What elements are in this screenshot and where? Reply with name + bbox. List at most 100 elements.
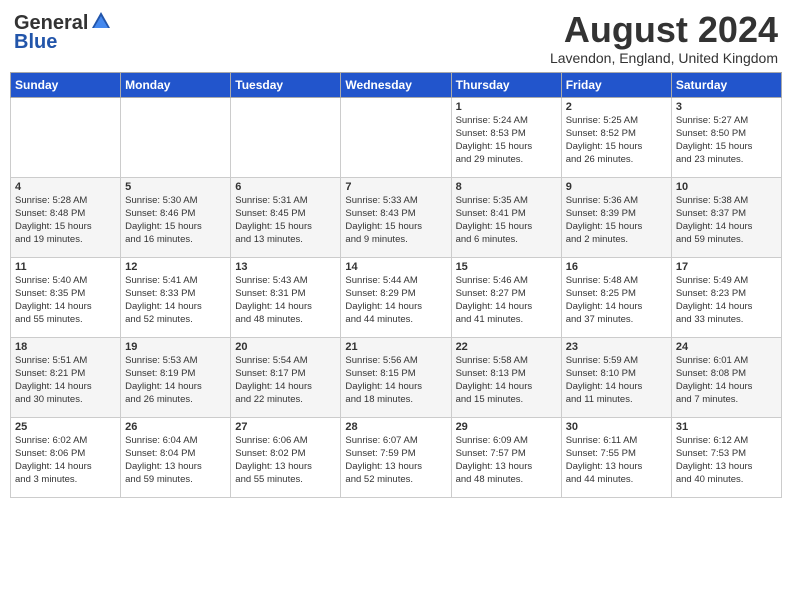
calendar-cell: 9Sunrise: 5:36 AM Sunset: 8:39 PM Daylig…: [561, 177, 671, 257]
day-info: Sunrise: 5:33 AM Sunset: 8:43 PM Dayligh…: [345, 194, 446, 247]
day-number: 15: [456, 261, 557, 273]
calendar-cell: 23Sunrise: 5:59 AM Sunset: 8:10 PM Dayli…: [561, 337, 671, 417]
day-number: 23: [566, 341, 667, 353]
day-number: 9: [566, 181, 667, 193]
calendar-cell: 30Sunrise: 6:11 AM Sunset: 7:55 PM Dayli…: [561, 417, 671, 497]
title-block: August 2024 Lavendon, England, United Ki…: [550, 10, 778, 66]
calendar-cell: 1Sunrise: 5:24 AM Sunset: 8:53 PM Daylig…: [451, 97, 561, 177]
calendar-cell: [121, 97, 231, 177]
calendar-week-row: 18Sunrise: 5:51 AM Sunset: 8:21 PM Dayli…: [11, 337, 782, 417]
weekday-header-tuesday: Tuesday: [231, 72, 341, 97]
logo-blue-text: Blue: [14, 31, 57, 54]
day-info: Sunrise: 5:30 AM Sunset: 8:46 PM Dayligh…: [125, 194, 226, 247]
day-info: Sunrise: 5:48 AM Sunset: 8:25 PM Dayligh…: [566, 274, 667, 327]
day-number: 29: [456, 421, 557, 433]
day-number: 19: [125, 341, 226, 353]
day-number: 22: [456, 341, 557, 353]
calendar-cell: 6Sunrise: 5:31 AM Sunset: 8:45 PM Daylig…: [231, 177, 341, 257]
calendar-cell: 15Sunrise: 5:46 AM Sunset: 8:27 PM Dayli…: [451, 257, 561, 337]
day-number: 30: [566, 421, 667, 433]
location-subtitle: Lavendon, England, United Kingdom: [550, 50, 778, 66]
day-number: 10: [676, 181, 777, 193]
calendar-cell: 5Sunrise: 5:30 AM Sunset: 8:46 PM Daylig…: [121, 177, 231, 257]
calendar-week-row: 11Sunrise: 5:40 AM Sunset: 8:35 PM Dayli…: [11, 257, 782, 337]
weekday-header-sunday: Sunday: [11, 72, 121, 97]
day-number: 7: [345, 181, 446, 193]
day-info: Sunrise: 5:38 AM Sunset: 8:37 PM Dayligh…: [676, 194, 777, 247]
day-info: Sunrise: 5:54 AM Sunset: 8:17 PM Dayligh…: [235, 354, 336, 407]
day-info: Sunrise: 5:41 AM Sunset: 8:33 PM Dayligh…: [125, 274, 226, 327]
calendar-cell: 17Sunrise: 5:49 AM Sunset: 8:23 PM Dayli…: [671, 257, 781, 337]
calendar-cell: 8Sunrise: 5:35 AM Sunset: 8:41 PM Daylig…: [451, 177, 561, 257]
calendar-cell: 29Sunrise: 6:09 AM Sunset: 7:57 PM Dayli…: [451, 417, 561, 497]
calendar-cell: 18Sunrise: 5:51 AM Sunset: 8:21 PM Dayli…: [11, 337, 121, 417]
calendar-week-row: 1Sunrise: 5:24 AM Sunset: 8:53 PM Daylig…: [11, 97, 782, 177]
page-header: General Blue August 2024 Lavendon, Engla…: [10, 10, 782, 66]
calendar-cell: [231, 97, 341, 177]
weekday-header-monday: Monday: [121, 72, 231, 97]
weekday-header-thursday: Thursday: [451, 72, 561, 97]
day-info: Sunrise: 5:51 AM Sunset: 8:21 PM Dayligh…: [15, 354, 116, 407]
day-info: Sunrise: 5:53 AM Sunset: 8:19 PM Dayligh…: [125, 354, 226, 407]
day-info: Sunrise: 6:09 AM Sunset: 7:57 PM Dayligh…: [456, 434, 557, 487]
day-number: 21: [345, 341, 446, 353]
day-info: Sunrise: 5:56 AM Sunset: 8:15 PM Dayligh…: [345, 354, 446, 407]
calendar-cell: 20Sunrise: 5:54 AM Sunset: 8:17 PM Dayli…: [231, 337, 341, 417]
day-number: 12: [125, 261, 226, 273]
day-number: 14: [345, 261, 446, 273]
calendar-cell: 27Sunrise: 6:06 AM Sunset: 8:02 PM Dayli…: [231, 417, 341, 497]
day-number: 25: [15, 421, 116, 433]
day-info: Sunrise: 6:01 AM Sunset: 8:08 PM Dayligh…: [676, 354, 777, 407]
day-number: 13: [235, 261, 336, 273]
day-number: 16: [566, 261, 667, 273]
day-number: 28: [345, 421, 446, 433]
day-info: Sunrise: 5:25 AM Sunset: 8:52 PM Dayligh…: [566, 114, 667, 167]
day-number: 24: [676, 341, 777, 353]
calendar-cell: 4Sunrise: 5:28 AM Sunset: 8:48 PM Daylig…: [11, 177, 121, 257]
month-title: August 2024: [550, 10, 778, 50]
day-number: 11: [15, 261, 116, 273]
calendar-cell: 26Sunrise: 6:04 AM Sunset: 8:04 PM Dayli…: [121, 417, 231, 497]
day-info: Sunrise: 5:40 AM Sunset: 8:35 PM Dayligh…: [15, 274, 116, 327]
day-info: Sunrise: 5:24 AM Sunset: 8:53 PM Dayligh…: [456, 114, 557, 167]
day-number: 3: [676, 101, 777, 113]
day-info: Sunrise: 5:31 AM Sunset: 8:45 PM Dayligh…: [235, 194, 336, 247]
logo-icon: [90, 10, 112, 37]
day-info: Sunrise: 6:04 AM Sunset: 8:04 PM Dayligh…: [125, 434, 226, 487]
day-number: 5: [125, 181, 226, 193]
day-number: 27: [235, 421, 336, 433]
calendar-cell: 16Sunrise: 5:48 AM Sunset: 8:25 PM Dayli…: [561, 257, 671, 337]
calendar-table: SundayMondayTuesdayWednesdayThursdayFrid…: [10, 72, 782, 498]
calendar-cell: 28Sunrise: 6:07 AM Sunset: 7:59 PM Dayli…: [341, 417, 451, 497]
day-number: 17: [676, 261, 777, 273]
calendar-cell: 31Sunrise: 6:12 AM Sunset: 7:53 PM Dayli…: [671, 417, 781, 497]
calendar-cell: 11Sunrise: 5:40 AM Sunset: 8:35 PM Dayli…: [11, 257, 121, 337]
day-info: Sunrise: 5:35 AM Sunset: 8:41 PM Dayligh…: [456, 194, 557, 247]
day-number: 1: [456, 101, 557, 113]
day-info: Sunrise: 5:59 AM Sunset: 8:10 PM Dayligh…: [566, 354, 667, 407]
calendar-cell: 25Sunrise: 6:02 AM Sunset: 8:06 PM Dayli…: [11, 417, 121, 497]
day-info: Sunrise: 6:02 AM Sunset: 8:06 PM Dayligh…: [15, 434, 116, 487]
calendar-week-row: 4Sunrise: 5:28 AM Sunset: 8:48 PM Daylig…: [11, 177, 782, 257]
day-info: Sunrise: 5:58 AM Sunset: 8:13 PM Dayligh…: [456, 354, 557, 407]
day-info: Sunrise: 5:27 AM Sunset: 8:50 PM Dayligh…: [676, 114, 777, 167]
calendar-cell: 3Sunrise: 5:27 AM Sunset: 8:50 PM Daylig…: [671, 97, 781, 177]
calendar-cell: 14Sunrise: 5:44 AM Sunset: 8:29 PM Dayli…: [341, 257, 451, 337]
day-info: Sunrise: 5:49 AM Sunset: 8:23 PM Dayligh…: [676, 274, 777, 327]
calendar-cell: 12Sunrise: 5:41 AM Sunset: 8:33 PM Dayli…: [121, 257, 231, 337]
day-info: Sunrise: 5:43 AM Sunset: 8:31 PM Dayligh…: [235, 274, 336, 327]
day-info: Sunrise: 6:06 AM Sunset: 8:02 PM Dayligh…: [235, 434, 336, 487]
calendar-cell: 13Sunrise: 5:43 AM Sunset: 8:31 PM Dayli…: [231, 257, 341, 337]
weekday-header-friday: Friday: [561, 72, 671, 97]
day-number: 31: [676, 421, 777, 433]
day-number: 6: [235, 181, 336, 193]
day-number: 8: [456, 181, 557, 193]
logo: General Blue: [14, 10, 112, 54]
calendar-cell: [11, 97, 121, 177]
weekday-header-row: SundayMondayTuesdayWednesdayThursdayFrid…: [11, 72, 782, 97]
day-info: Sunrise: 5:36 AM Sunset: 8:39 PM Dayligh…: [566, 194, 667, 247]
calendar-cell: 10Sunrise: 5:38 AM Sunset: 8:37 PM Dayli…: [671, 177, 781, 257]
calendar-cell: 24Sunrise: 6:01 AM Sunset: 8:08 PM Dayli…: [671, 337, 781, 417]
calendar-cell: 7Sunrise: 5:33 AM Sunset: 8:43 PM Daylig…: [341, 177, 451, 257]
calendar-cell: [341, 97, 451, 177]
